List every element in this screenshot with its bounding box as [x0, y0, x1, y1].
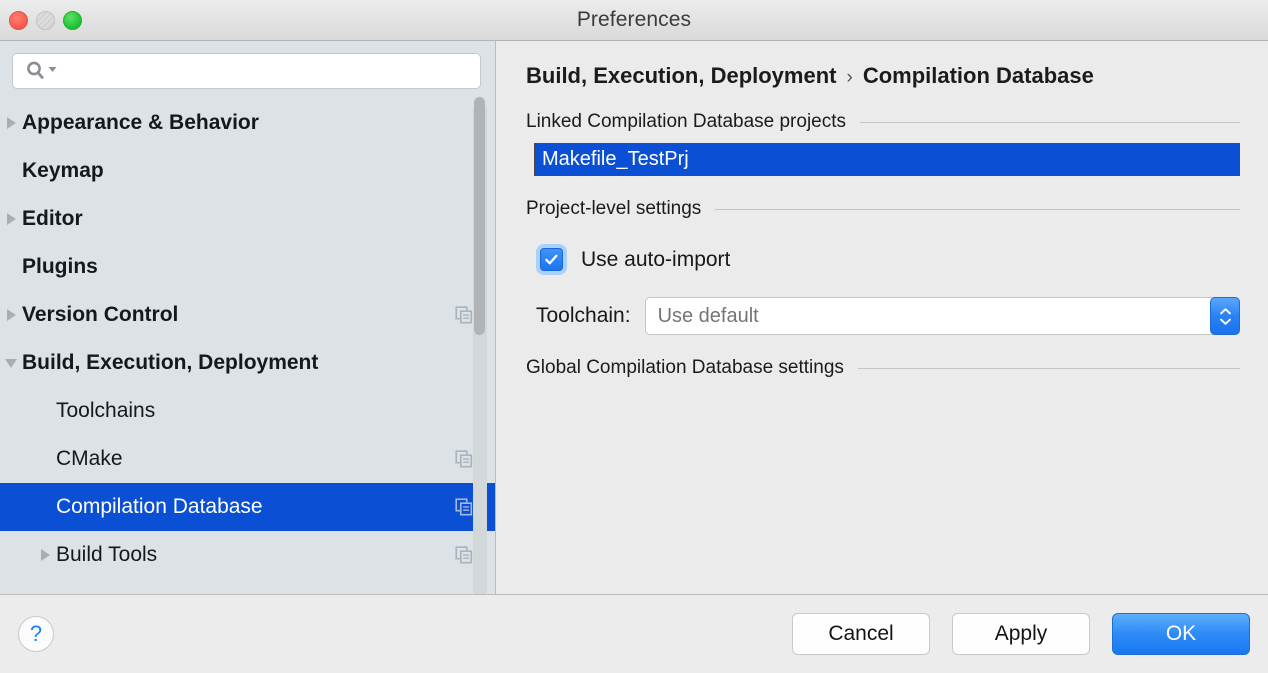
breadcrumb: Build, Execution, Deployment › Compilati… [524, 57, 1240, 89]
apply-button[interactable]: Apply [952, 613, 1090, 655]
sidebar-scrollbar-thumb[interactable] [474, 97, 485, 335]
copy-settings-icon[interactable] [455, 498, 473, 516]
sidebar-item-label: Keymap [22, 159, 104, 183]
settings-sidebar: Appearance & Behavior Keymap Editor Plug… [0, 41, 496, 595]
auto-import-row: Use auto-import [536, 244, 1240, 275]
checkbox-box [540, 248, 563, 271]
section-divider [715, 209, 1240, 210]
copy-settings-icon[interactable] [455, 306, 473, 324]
window-body: Appearance & Behavior Keymap Editor Plug… [0, 41, 1268, 595]
dialog-footer: ? Cancel Apply OK [0, 595, 1268, 673]
close-button[interactable] [9, 11, 28, 30]
section-linked-projects: Linked Compilation Database projects [524, 111, 1240, 133]
ok-button[interactable]: OK [1112, 613, 1250, 655]
expand-triangle-icon[interactable] [0, 117, 22, 129]
section-global-settings: Global Compilation Database settings [524, 357, 1240, 379]
sidebar-item-keymap[interactable]: Keymap [0, 147, 495, 195]
sidebar-item-label: Compilation Database [56, 495, 263, 519]
sidebar-item-toolchains[interactable]: Toolchains [0, 387, 495, 435]
section-divider [858, 368, 1240, 369]
linked-projects-list[interactable]: Makefile_TestPrj [534, 143, 1240, 176]
sidebar-item-build-execution-deployment[interactable]: Build, Execution, Deployment [0, 339, 495, 387]
breadcrumb-separator-icon: › [846, 67, 852, 89]
cancel-button[interactable]: Cancel [792, 613, 930, 655]
search-input[interactable] [58, 54, 480, 88]
sidebar-item-label: CMake [56, 447, 123, 471]
checkmark-icon [543, 251, 560, 268]
sidebar-item-label: Build, Execution, Deployment [22, 351, 318, 375]
expand-triangle-icon[interactable] [0, 309, 22, 321]
footer-button-group: Cancel Apply OK [792, 613, 1250, 655]
chevron-down-icon[interactable] [47, 62, 58, 80]
copy-settings-icon[interactable] [455, 450, 473, 468]
section-divider [860, 122, 1240, 123]
sidebar-item-label: Version Control [22, 303, 178, 327]
help-button[interactable]: ? [18, 616, 54, 652]
section-label: Global Compilation Database settings [526, 357, 844, 379]
breadcrumb-current: Compilation Database [863, 63, 1094, 89]
sidebar-item-label: Build Tools [56, 543, 157, 567]
sidebar-item-label: Editor [22, 207, 83, 231]
sidebar-item-cmake[interactable]: CMake [0, 435, 495, 483]
settings-content-panel: Build, Execution, Deployment › Compilati… [496, 41, 1268, 595]
section-label: Project-level settings [526, 198, 701, 220]
toolchain-combobox[interactable] [645, 297, 1240, 335]
sidebar-item-version-control[interactable]: Version Control [0, 291, 495, 339]
sidebar-item-label: Appearance & Behavior [22, 111, 259, 135]
search-field[interactable] [12, 53, 481, 89]
preferences-window: Preferences [0, 0, 1268, 673]
minimize-button[interactable] [36, 11, 55, 30]
toolchain-label: Toolchain: [536, 304, 631, 328]
expand-triangle-icon[interactable] [0, 213, 22, 225]
sidebar-item-appearance-behavior[interactable]: Appearance & Behavior [0, 99, 495, 147]
section-project-level-settings: Project-level settings [524, 198, 1240, 220]
toolchain-input[interactable] [646, 297, 1239, 335]
sidebar-item-build-tools[interactable]: Build Tools [0, 531, 495, 579]
settings-tree: Appearance & Behavior Keymap Editor Plug… [0, 99, 495, 579]
window-title: Preferences [0, 8, 1268, 32]
expand-triangle-icon[interactable] [34, 549, 56, 561]
sidebar-item-compilation-database[interactable]: Compilation Database [0, 483, 495, 531]
sidebar-item-editor[interactable]: Editor [0, 195, 495, 243]
project-name: Makefile_TestPrj [542, 148, 689, 171]
title-bar: Preferences [0, 0, 1268, 41]
copy-settings-icon[interactable] [455, 546, 473, 564]
sidebar-item-plugins[interactable]: Plugins [0, 243, 495, 291]
section-label: Linked Compilation Database projects [526, 111, 846, 133]
zoom-button[interactable] [63, 11, 82, 30]
traffic-light-group [9, 11, 82, 30]
use-auto-import-label: Use auto-import [581, 248, 730, 272]
sidebar-item-label: Plugins [22, 255, 98, 279]
use-auto-import-checkbox[interactable] [536, 244, 567, 275]
breadcrumb-parent[interactable]: Build, Execution, Deployment [526, 63, 836, 89]
toolchain-row: Toolchain: [536, 297, 1240, 335]
list-item[interactable]: Makefile_TestPrj [535, 144, 1239, 175]
sidebar-item-label: Toolchains [56, 399, 155, 423]
stepper-up-down-icon[interactable] [1210, 297, 1240, 335]
collapse-triangle-icon[interactable] [0, 359, 22, 368]
search-area [0, 41, 495, 99]
search-icon [25, 60, 47, 82]
